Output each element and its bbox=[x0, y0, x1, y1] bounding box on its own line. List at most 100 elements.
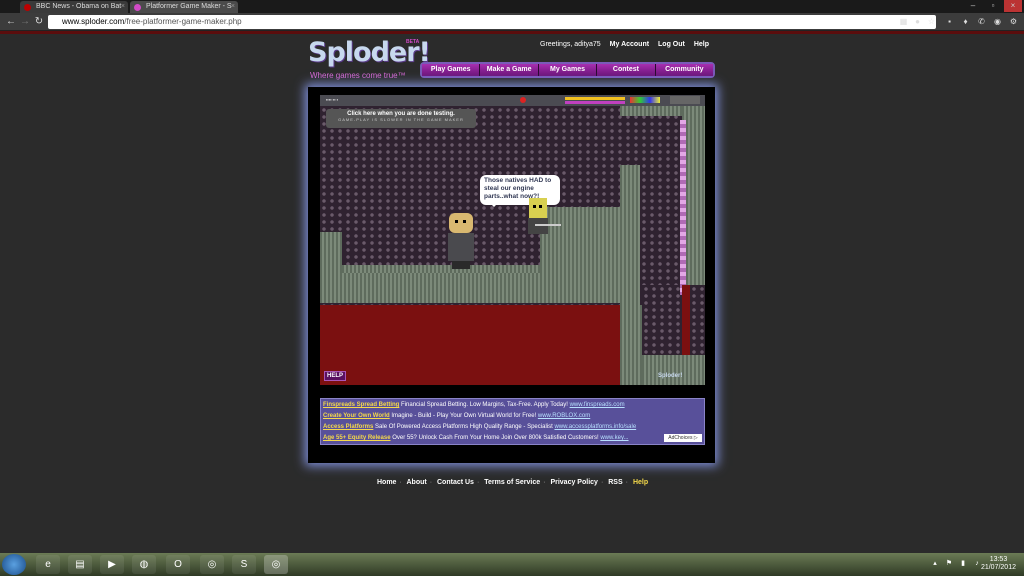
tray-flag-icon[interactable]: ⚑ bbox=[944, 559, 954, 569]
skype-icon[interactable]: S bbox=[232, 555, 256, 574]
footer-separator: · bbox=[600, 479, 604, 486]
ad-text: Financial Spread Betting. Low Margins, T… bbox=[401, 402, 568, 408]
my-account-link[interactable]: My Account bbox=[610, 41, 649, 48]
footer-privacy-link[interactable]: Privacy Policy bbox=[550, 479, 597, 486]
ad-item[interactable]: Age 55+ Equity Release Over 55? Unlock C… bbox=[323, 435, 629, 441]
back-arrow-icon[interactable]: ← bbox=[4, 15, 18, 29]
metal-stairs bbox=[540, 207, 620, 273]
help-link[interactable]: Help bbox=[694, 41, 709, 48]
extension-icon[interactable]: ▦ bbox=[898, 16, 909, 27]
energy-bar bbox=[565, 101, 625, 104]
adchoices-badge[interactable]: AdChoices ▷ bbox=[664, 434, 702, 442]
file-explorer-icon[interactable]: ▤ bbox=[68, 555, 92, 574]
logo-tagline: Where games come true™ bbox=[310, 71, 406, 80]
ad-title[interactable]: Access Platforms bbox=[323, 424, 373, 430]
ad-text: Imagine - Build - Play Your Own Virtual … bbox=[391, 413, 537, 419]
health-bar bbox=[565, 97, 625, 100]
wrench-icon[interactable]: ⚙ bbox=[1008, 16, 1019, 27]
sploder-logo[interactable]: Sploder! BETA Where games come true™ bbox=[308, 37, 431, 83]
footer-contact-link[interactable]: Contact Us bbox=[437, 479, 474, 486]
nav-my-games[interactable]: My Games bbox=[538, 64, 598, 76]
game-canvas[interactable]: ▪▪▪▪ ▪▪ ▪ Click here when you are done t… bbox=[320, 95, 705, 385]
ad-title[interactable]: Age 55+ Equity Release bbox=[323, 435, 391, 441]
ad-panel: Finspreads Spread Betting Financial Spre… bbox=[320, 398, 705, 445]
dog-player-character bbox=[445, 213, 477, 271]
star-icon[interactable]: ☆ bbox=[926, 16, 937, 27]
extension-icon[interactable]: ▪ bbox=[944, 16, 955, 27]
address-bar[interactable]: www.sploder.com/free-platformer-game-mak… bbox=[48, 15, 936, 29]
metal-wall-left bbox=[320, 232, 342, 273]
media-player-icon[interactable]: ▶ bbox=[100, 555, 124, 574]
start-button-icon[interactable] bbox=[2, 554, 26, 575]
footer-home-link[interactable]: Home bbox=[377, 479, 396, 486]
ad-url[interactable]: www.finspreads.com bbox=[570, 402, 625, 408]
game-hud: ▪▪▪▪ ▪▪ ▪ bbox=[320, 95, 705, 106]
extension-icon[interactable]: ◉ bbox=[992, 16, 1003, 27]
ad-url[interactable]: www.key... bbox=[600, 435, 628, 441]
chrome-icon[interactable]: ◎ bbox=[200, 555, 224, 574]
inventory-icons bbox=[630, 97, 660, 103]
internet-explorer-icon[interactable]: e bbox=[36, 555, 60, 574]
footer-separator: · bbox=[476, 479, 480, 486]
sploder-favicon-icon bbox=[134, 4, 141, 11]
forward-arrow-icon[interactable]: → bbox=[18, 15, 32, 29]
maximize-icon[interactable]: ▫ bbox=[984, 0, 1002, 12]
outlook-icon[interactable]: O bbox=[166, 555, 190, 574]
close-tab-icon[interactable]: × bbox=[231, 1, 235, 13]
nav-community[interactable]: Community bbox=[655, 64, 714, 76]
footer-separator: · bbox=[625, 479, 628, 486]
close-window-icon[interactable]: × bbox=[1004, 0, 1022, 12]
chat-icon[interactable]: ✆ bbox=[976, 16, 987, 27]
footer-separator: · bbox=[399, 479, 402, 486]
page-footer: Home · About · Contact Us · Terms of Servic… bbox=[377, 479, 648, 486]
heart-icon bbox=[520, 97, 526, 103]
close-tab-icon[interactable]: × bbox=[121, 1, 125, 13]
firefox-icon[interactable]: ◍ bbox=[132, 555, 156, 574]
hud-controls[interactable] bbox=[670, 96, 700, 104]
url-host: www.sploder.com bbox=[62, 17, 125, 26]
done-testing-button[interactable]: Click here when you are done testing. GA… bbox=[326, 109, 476, 128]
metal-floor-platform bbox=[320, 273, 620, 303]
footer-rss-link[interactable]: RSS bbox=[608, 479, 622, 486]
tray-arrow-icon[interactable]: ▴ bbox=[930, 559, 940, 569]
tab-bbc-news[interactable]: BBC News - Obama on Bat × bbox=[20, 1, 128, 13]
ad-title[interactable]: Finspreads Spread Betting bbox=[323, 402, 399, 408]
lava-pool bbox=[320, 305, 620, 385]
ad-item[interactable]: Access Platforms Sale Of Powered Access … bbox=[323, 424, 636, 430]
footer-about-link[interactable]: About bbox=[406, 479, 426, 486]
user-links: Greetings, aditya75 My Account Log Out H… bbox=[540, 41, 716, 48]
minimize-icon[interactable]: – bbox=[964, 0, 982, 12]
tab-label: Platformer Game Maker - S bbox=[146, 3, 232, 10]
greeting-text: Greetings, aditya75 bbox=[540, 41, 601, 48]
game-help-button[interactable]: HELP bbox=[324, 371, 346, 381]
chrome-active-icon[interactable]: ◎ bbox=[264, 555, 288, 574]
ad-url[interactable]: www.accessplatforms.info/sale bbox=[554, 424, 636, 430]
sploder-game-badge[interactable]: Sploder! bbox=[658, 373, 682, 379]
nav-make-a-game[interactable]: Make a Game bbox=[480, 64, 539, 76]
bulb-icon[interactable]: ● bbox=[912, 16, 923, 27]
ad-item[interactable]: Create Your Own World Imagine - Build - … bbox=[323, 413, 590, 419]
page-top-border bbox=[0, 31, 1024, 34]
footer-separator: · bbox=[543, 479, 546, 486]
clock-time: 13:53 bbox=[989, 556, 1008, 563]
metal-ledge bbox=[342, 265, 542, 273]
rock-lower-right bbox=[642, 285, 705, 355]
tab-platformer-game-maker[interactable]: Platformer Game Maker - S × bbox=[130, 1, 238, 13]
log-out-link[interactable]: Log Out bbox=[658, 41, 685, 48]
game-frame: ▪▪▪▪ ▪▪ ▪ Click here when you are done t… bbox=[308, 87, 715, 463]
nav-contest[interactable]: Contest bbox=[597, 64, 656, 76]
system-clock[interactable]: 13:53 21/07/2012 bbox=[981, 556, 1016, 572]
footer-terms-link[interactable]: Terms of Service bbox=[484, 479, 540, 486]
ad-url[interactable]: www.ROBLOX.com bbox=[538, 413, 590, 419]
extension-icon[interactable]: ♦ bbox=[960, 16, 971, 27]
ad-item[interactable]: Finspreads Spread Betting Financial Spre… bbox=[323, 402, 625, 408]
metal-ceiling bbox=[620, 106, 682, 116]
ad-title[interactable]: Create Your Own World bbox=[323, 413, 390, 419]
nav-play-games[interactable]: Play Games bbox=[422, 64, 481, 76]
reload-icon[interactable]: ↻ bbox=[32, 15, 46, 29]
windows-taskbar: e ▤ ▶ ◍ O ◎ S ◎ ▴ ⚑ ▮ ♪ 13:53 21/07/2012 bbox=[0, 553, 1024, 576]
done-testing-label: Click here when you are done testing. bbox=[347, 111, 455, 117]
pink-spikes bbox=[680, 120, 686, 295]
footer-help-link[interactable]: Help bbox=[633, 479, 648, 486]
tray-network-icon[interactable]: ▮ bbox=[958, 559, 968, 569]
